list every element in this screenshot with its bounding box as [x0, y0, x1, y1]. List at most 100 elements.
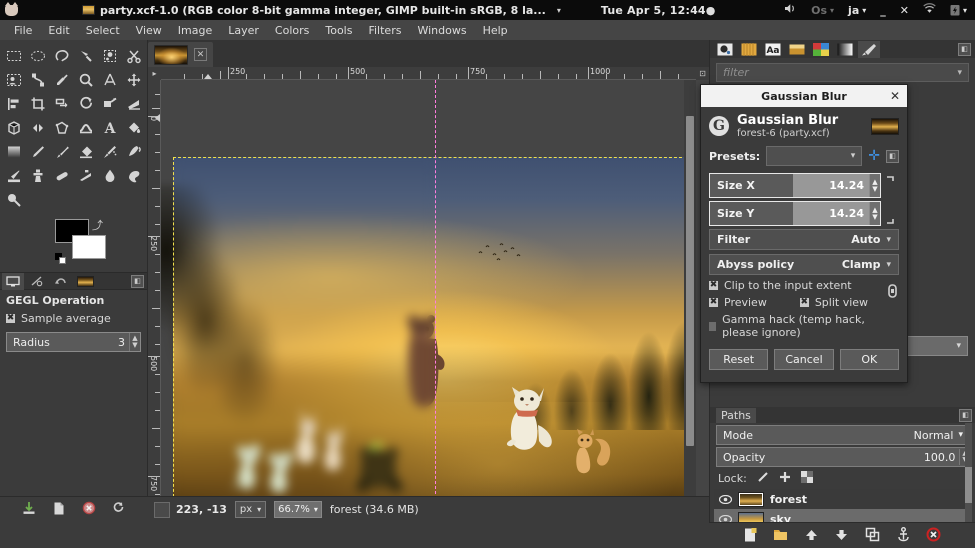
wifi-icon[interactable]: [923, 3, 936, 17]
reset-icon[interactable]: [112, 501, 126, 518]
chain-link-bottom-icon[interactable]: [881, 204, 899, 224]
bucket-fill-icon[interactable]: [122, 116, 146, 140]
paintbrush-icon[interactable]: [50, 140, 74, 164]
heal-icon[interactable]: [50, 164, 74, 188]
new-document-icon[interactable]: [52, 501, 66, 518]
menu-file[interactable]: File: [6, 22, 40, 39]
zoom-follow-window-icon[interactable]: ⊡: [696, 67, 709, 80]
cage-transform-icon[interactable]: [50, 116, 74, 140]
minimize-button[interactable]: _: [880, 4, 886, 17]
swap-colors-icon[interactable]: ⤴: [92, 217, 103, 233]
palettes-icon[interactable]: [810, 41, 832, 58]
canvas-viewport[interactable]: [161, 80, 696, 509]
menu-help[interactable]: Help: [475, 22, 516, 39]
delete-icon[interactable]: [82, 501, 96, 518]
device-status-icon[interactable]: [26, 273, 48, 290]
chevron-down-icon[interactable]: ▾: [557, 6, 561, 15]
perspective-clone-icon[interactable]: [74, 164, 98, 188]
free-select-icon[interactable]: [50, 44, 74, 68]
fonts-icon[interactable]: Aa: [762, 41, 784, 58]
battery-icon[interactable]: ▾: [950, 4, 967, 16]
blur-sharpen-icon[interactable]: [98, 164, 122, 188]
gamma-hack-checkbox[interactable]: [709, 322, 716, 331]
zoom-selector[interactable]: 66.7% ▾: [274, 501, 322, 518]
measure-icon[interactable]: [98, 68, 122, 92]
fuzzy-select-icon[interactable]: [74, 44, 98, 68]
image-tab-party-xcf[interactable]: ✕: [148, 42, 213, 67]
lower-layer-icon[interactable]: [834, 527, 849, 545]
unit-selector[interactable]: px ▾: [235, 501, 266, 518]
scissors-select-icon[interactable]: [122, 44, 146, 68]
language-indicator[interactable]: ja▾: [848, 4, 866, 17]
dodge-burn-icon[interactable]: [2, 188, 26, 212]
filter-combo[interactable]: Filter Auto ▾: [709, 229, 899, 250]
images-icon[interactable]: [74, 273, 96, 290]
vertical-scrollbar[interactable]: [684, 80, 696, 509]
shear-icon[interactable]: [98, 92, 122, 116]
select-by-color-icon[interactable]: [98, 44, 122, 68]
layer-opacity-row[interactable]: Opacity 100.0 ▲▼: [716, 447, 970, 467]
layer-mode-row[interactable]: Mode Normal ▾: [716, 425, 970, 445]
align-icon[interactable]: [2, 92, 26, 116]
abyss-policy-combo[interactable]: Abyss policy Clamp ▾: [709, 254, 899, 275]
os-indicator[interactable]: Os▾: [811, 4, 834, 17]
patterns-icon[interactable]: [738, 41, 760, 58]
paths-icon[interactable]: [26, 68, 50, 92]
tab-paths[interactable]: Paths: [716, 408, 756, 423]
text-icon[interactable]: A: [98, 116, 122, 140]
size-x-slider[interactable]: Size X 14.24 ▲▼: [709, 173, 881, 198]
airbrush-icon[interactable]: [98, 140, 122, 164]
chain-linked-icon[interactable]: [881, 176, 899, 196]
document-history-icon[interactable]: [786, 41, 808, 58]
color-picker-icon[interactable]: [50, 68, 74, 92]
vscroll-thumb[interactable]: [686, 116, 694, 446]
visibility-eye-icon[interactable]: [718, 495, 732, 504]
split-view-checkbox[interactable]: ✖: [800, 298, 809, 307]
sample-average-checkbox[interactable]: ✖: [6, 314, 15, 323]
mypaint-brush-icon[interactable]: [2, 164, 26, 188]
tab-menu-icon[interactable]: ◧: [958, 43, 971, 56]
menu-view[interactable]: View: [128, 22, 170, 39]
presets-combo[interactable]: ▾: [766, 146, 862, 166]
tool-options-icon[interactable]: [2, 273, 24, 290]
scale-icon[interactable]: [74, 92, 98, 116]
duplicate-layer-icon[interactable]: [865, 527, 880, 545]
menu-select[interactable]: Select: [78, 22, 128, 39]
anchor-layer-icon[interactable]: [896, 527, 911, 545]
gamma-hack-row[interactable]: Gamma hack (temp hack, please ignore): [701, 313, 907, 339]
layer-row-forest[interactable]: forest: [714, 489, 972, 509]
eraser-icon[interactable]: [74, 140, 98, 164]
image-menu-icon[interactable]: ▸: [148, 67, 161, 80]
split-view-divider[interactable]: [435, 80, 436, 509]
clip-to-extent-checkbox[interactable]: ✖: [709, 281, 718, 290]
sample-average-row[interactable]: ✖ Sample average: [6, 312, 141, 325]
clone-icon[interactable]: [26, 164, 50, 188]
rect-select-icon[interactable]: [2, 44, 26, 68]
3d-transform-icon[interactable]: [2, 116, 26, 140]
new-layer-group-icon[interactable]: [773, 527, 788, 545]
dialog-titlebar[interactable]: Gaussian Blur ✕: [701, 85, 907, 107]
lock-pixels-icon[interactable]: [757, 471, 769, 486]
tab-menu-icon[interactable]: ◧: [959, 409, 972, 422]
delete-layer-icon[interactable]: [926, 527, 941, 545]
size-y-slider[interactable]: Size Y 14.24 ▲▼: [709, 201, 881, 226]
close-button[interactable]: ✕: [900, 4, 909, 17]
tab-menu-icon[interactable]: ◧: [131, 275, 144, 288]
rotate-icon[interactable]: [50, 92, 74, 116]
perspective-icon[interactable]: [122, 92, 146, 116]
menu-tools[interactable]: Tools: [317, 22, 360, 39]
ellipse-select-icon[interactable]: [26, 44, 50, 68]
zoom-icon[interactable]: [74, 68, 98, 92]
background-color-swatch[interactable]: [72, 235, 106, 259]
chain-middle-icon[interactable]: [886, 283, 899, 302]
ink-icon[interactable]: [122, 140, 146, 164]
system-clock[interactable]: Tue Apr 5, 12:44●: [601, 4, 716, 17]
smudge-icon[interactable]: [122, 164, 146, 188]
horizontal-ruler[interactable]: ▸ 250 500 750 1000 ⊡: [148, 67, 709, 80]
gradients-icon[interactable]: [834, 41, 856, 58]
dialog-close-icon[interactable]: ✕: [890, 89, 900, 103]
warp-transform-icon[interactable]: [74, 116, 98, 140]
gaussian-blur-dialog[interactable]: Gaussian Blur ✕ G Gaussian Blur forest-6…: [700, 84, 908, 383]
reset-button[interactable]: Reset: [709, 349, 768, 370]
brushes-icon[interactable]: [714, 41, 736, 58]
